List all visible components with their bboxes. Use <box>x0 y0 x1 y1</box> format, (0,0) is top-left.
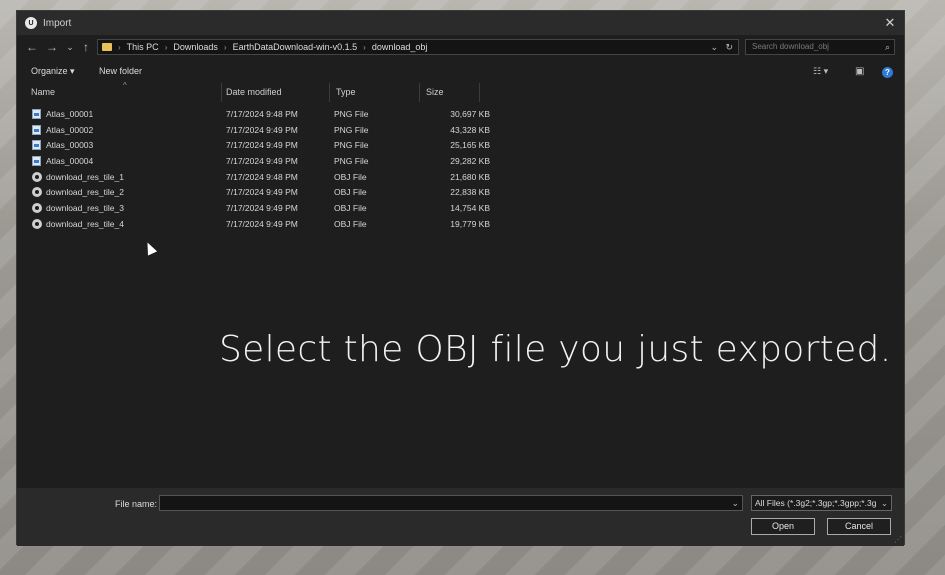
breadcrumb-separator-icon: › <box>223 42 227 52</box>
file-name-cell: download_res_tile_2 <box>46 187 124 198</box>
file-size-cell: 21,680 KB <box>450 171 490 182</box>
file-date-cell: 7/17/2024 9:49 PM <box>226 140 298 151</box>
breadcrumb-separator-icon: › <box>118 42 121 52</box>
file-name-input[interactable]: ⌄ <box>159 495 743 511</box>
file-type-cell: OBJ File <box>334 203 367 214</box>
file-size-cell: 19,779 KB <box>450 218 490 229</box>
file-row[interactable]: download_res_tile_2 7/17/2024 9:49 PM OBJ … <box>25 185 490 201</box>
file-type-cell: PNG File <box>334 140 369 151</box>
resize-grip-icon[interactable]: ⋰ <box>894 535 902 544</box>
png-file-icon <box>32 124 41 135</box>
unreal-logo-icon: U <box>25 17 37 29</box>
file-row[interactable]: Atlas_00003 7/17/2024 9:49 PM PNG File 25,1… <box>25 138 490 154</box>
column-header-name[interactable]: Name <box>25 83 222 102</box>
file-row[interactable]: Atlas_00002 7/17/2024 9:49 PM PNG File 43,3… <box>25 123 490 139</box>
window-title: Import <box>43 17 72 29</box>
breadcrumb-downloads[interactable]: Downloads <box>173 42 218 52</box>
breadcrumb-this-pc[interactable]: This PC <box>127 42 159 52</box>
file-size-cell: 25,165 KB <box>450 140 490 151</box>
file-name-dropdown-icon[interactable]: ⌄ <box>731 496 739 510</box>
file-date-cell: 7/17/2024 9:49 PM <box>226 124 298 135</box>
file-name-cell: download_res_tile_4 <box>46 218 124 229</box>
command-bar: Organize ▾ New folder ☷ ▾ ▣ ? <box>17 63 904 81</box>
file-size-cell: 29,282 KB <box>450 156 490 167</box>
file-date-cell: 7/17/2024 9:49 PM <box>226 218 298 229</box>
filter-dropdown-icon[interactable]: ⌄ <box>881 496 888 510</box>
column-header-date[interactable]: Date modified <box>220 83 330 102</box>
file-name-cell: download_res_tile_3 <box>46 203 124 214</box>
up-arrow-icon[interactable]: ↑ <box>79 39 93 55</box>
help-icon[interactable]: ? <box>882 67 893 78</box>
file-type-filter-select[interactable]: All Files (*.3g2;*.3gp;*.3gpp;*.3g ⌄ <box>751 495 892 511</box>
file-list: Atlas_00001 7/17/2024 9:48 PM PNG File 30,6… <box>25 107 490 233</box>
file-size-cell: 30,697 KB <box>450 109 490 119</box>
column-header-size[interactable]: Size <box>420 83 480 102</box>
breadcrumb-separator-icon: › <box>363 42 366 52</box>
png-file-icon <box>32 156 41 167</box>
file-name-cell: download_res_tile_1 <box>46 171 124 182</box>
file-name-cell: Atlas_00001 <box>46 109 94 119</box>
file-row[interactable]: Atlas_00004 7/17/2024 9:49 PM PNG File 29,2… <box>25 154 490 170</box>
file-type-cell: OBJ File <box>334 187 367 198</box>
folder-icon <box>102 43 112 51</box>
file-name-cell: Atlas_00002 <box>46 124 94 135</box>
file-date-cell: 7/17/2024 9:49 PM <box>226 156 298 167</box>
breadcrumb-download-obj[interactable]: download_obj <box>372 42 428 52</box>
file-row[interactable]: download_res_tile_4 7/17/2024 9:49 PM OBJ … <box>25 217 490 233</box>
refresh-icon[interactable]: ↻ <box>725 40 733 54</box>
cancel-button[interactable]: Cancel <box>827 518 891 535</box>
file-date-cell: 7/17/2024 9:49 PM <box>226 187 298 198</box>
file-type-cell: PNG File <box>334 124 369 135</box>
file-row[interactable]: download_res_tile_1 7/17/2024 9:48 PM OBJ … <box>25 170 490 186</box>
file-date-cell: 7/17/2024 9:48 PM <box>226 171 298 182</box>
breadcrumb-earthdatadownload[interactable]: EarthDataDownload-win-v0.1.5 <box>233 42 358 52</box>
search-placeholder: Search download_obj <box>752 42 829 51</box>
preview-pane-icon[interactable]: ▣ <box>855 66 864 77</box>
new-folder-button[interactable]: New folder <box>99 66 142 76</box>
file-type-filter-value: All Files (*.3g2;*.3gp;*.3gpp;*.3g <box>755 498 877 508</box>
import-dialog: U Import ✕ ← → ⌄ ↑ › This PC › Downloads… <box>16 10 905 546</box>
file-name-cell: Atlas_00004 <box>46 156 94 167</box>
file-date-cell: 7/17/2024 9:49 PM <box>226 203 298 214</box>
obj-file-icon <box>32 218 42 229</box>
title-bar[interactable]: U Import ✕ <box>17 11 904 35</box>
file-type-cell: OBJ File <box>334 171 367 182</box>
view-options-icon[interactable]: ☷ ▾ <box>813 66 828 77</box>
obj-file-icon <box>32 203 42 214</box>
open-button[interactable]: Open <box>751 518 815 535</box>
forward-arrow-icon[interactable]: → <box>45 39 59 55</box>
file-name-label: File name: <box>115 499 158 509</box>
bottom-panel: File name: ⌄ All Files (*.3g2;*.3gp;*.3g… <box>17 488 904 546</box>
file-size-cell: 22,838 KB <box>450 187 490 198</box>
file-row[interactable]: download_res_tile_3 7/17/2024 9:49 PM OBJ … <box>25 201 490 217</box>
close-icon[interactable]: ✕ <box>882 15 898 31</box>
recent-locations-chevron-icon[interactable]: ⌄ <box>65 39 75 55</box>
file-date-cell: 7/17/2024 9:48 PM <box>226 109 298 119</box>
file-row[interactable]: Atlas_00001 7/17/2024 9:48 PM PNG File 30,6… <box>25 107 490 123</box>
address-bar[interactable]: › This PC › Downloads › EarthDataDownloa… <box>97 39 739 55</box>
address-dropdown-icon[interactable]: ⌄ <box>710 40 718 54</box>
file-list-header: ^ Name Date modified Type Size <box>25 81 487 102</box>
file-size-cell: 43,328 KB <box>450 124 490 135</box>
organize-button[interactable]: Organize ▾ <box>31 66 75 77</box>
search-icon[interactable]: ⌕ <box>885 40 890 54</box>
breadcrumb-separator-icon: › <box>164 42 168 52</box>
file-size-cell: 14,754 KB <box>450 203 490 214</box>
column-header-type[interactable]: Type <box>330 83 420 102</box>
tutorial-caption: Select the OBJ file you just exported. <box>219 329 892 370</box>
file-type-cell: PNG File <box>334 109 369 119</box>
search-input[interactable]: Search download_obj ⌕ <box>745 39 895 55</box>
file-name-cell: Atlas_00003 <box>46 140 94 151</box>
navigation-bar: ← → ⌄ ↑ › This PC › Downloads › EarthDat… <box>17 37 904 57</box>
obj-file-icon <box>32 187 42 198</box>
file-type-cell: OBJ File <box>334 218 367 229</box>
obj-file-icon <box>32 171 42 182</box>
file-type-cell: PNG File <box>334 156 369 167</box>
back-arrow-icon[interactable]: ← <box>25 39 39 55</box>
png-file-icon <box>32 140 41 151</box>
png-file-icon <box>32 109 41 119</box>
